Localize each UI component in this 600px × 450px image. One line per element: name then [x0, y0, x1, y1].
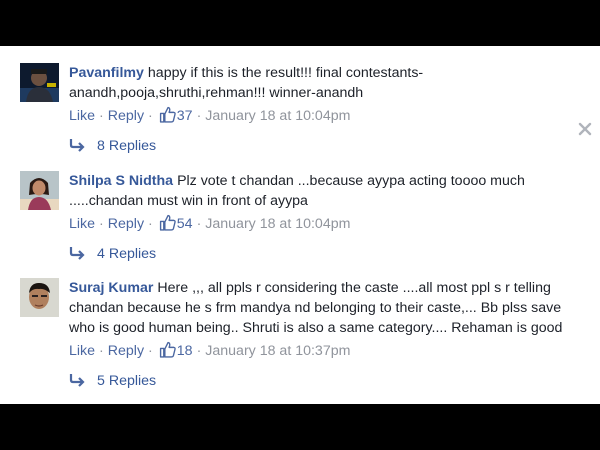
reply-button[interactable]: Reply [108, 216, 144, 232]
avatar[interactable] [20, 278, 59, 317]
close-icon[interactable] [578, 122, 592, 136]
replies-count[interactable]: 5 Replies [97, 373, 156, 389]
reply-arrow-icon [69, 139, 85, 152]
comment-text: Pavanfilmy happy if this is the result!!!… [69, 63, 589, 103]
view-replies-link[interactable]: 8 Replies [69, 136, 156, 156]
reply-button[interactable]: Reply [108, 108, 144, 124]
comment-text: Suraj Kumar Here ,,, all ppls r consideri… [69, 278, 589, 338]
comment-timestamp[interactable]: January 18 at 10:04pm [205, 216, 350, 232]
comment-timestamp[interactable]: January 18 at 10:37pm [205, 343, 350, 359]
like-count[interactable]: 54 [177, 216, 193, 232]
view-replies-link[interactable]: 5 Replies [69, 371, 156, 391]
bottom-black-bar [0, 404, 600, 450]
comment-text: Shilpa S Nidtha Plz vote t chandan ...bec… [69, 171, 589, 211]
replies-count[interactable]: 8 Replies [97, 138, 156, 154]
comment-actions: Like · Reply · 18 · January 18 at 10:37pm [69, 341, 351, 359]
thumbs-up-icon[interactable] [159, 106, 176, 123]
comment-actions: Like · Reply · 37 · January 18 at 10:04pm [69, 106, 351, 124]
avatar[interactable] [20, 63, 59, 102]
replies-count[interactable]: 4 Replies [97, 246, 156, 262]
like-count[interactable]: 18 [177, 343, 193, 359]
comment-author[interactable]: Shilpa S Nidtha [69, 173, 173, 189]
reply-button[interactable]: Reply [108, 343, 144, 359]
reply-arrow-icon [69, 247, 85, 260]
like-button[interactable]: Like [69, 216, 95, 232]
view-replies-link[interactable]: 4 Replies [69, 244, 156, 264]
comment-timestamp[interactable]: January 18 at 10:04pm [205, 108, 350, 124]
like-button[interactable]: Like [69, 343, 95, 359]
top-black-bar [0, 0, 600, 46]
avatar[interactable] [20, 171, 59, 210]
comment-author[interactable]: Pavanfilmy [69, 65, 144, 81]
like-count[interactable]: 37 [177, 108, 193, 124]
like-button[interactable]: Like [69, 108, 95, 124]
reply-arrow-icon [69, 374, 85, 387]
comment-actions: Like · Reply · 54 · January 18 at 10:04pm [69, 214, 351, 232]
thumbs-up-icon[interactable] [159, 214, 176, 231]
comment-author[interactable]: Suraj Kumar [69, 280, 153, 296]
thumbs-up-icon[interactable] [159, 341, 176, 358]
